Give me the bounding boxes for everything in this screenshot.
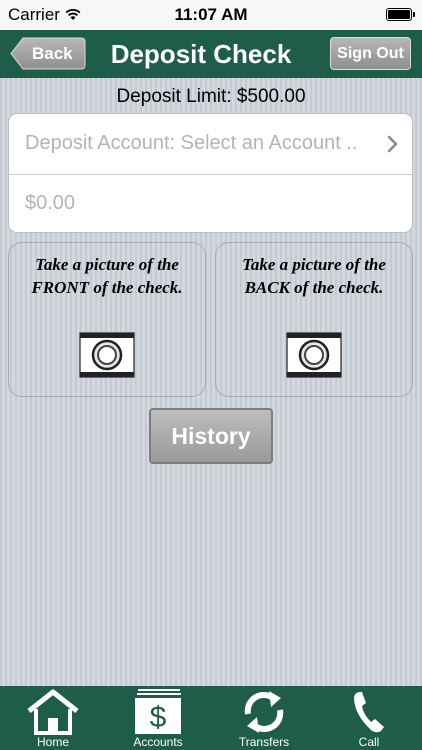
tab-call[interactable]: Call [326,686,412,750]
tab-accounts[interactable]: $ Accounts [115,686,201,750]
battery-icon [386,8,415,21]
deposit-account-placeholder: Deposit Account: Select an Account .. [25,132,358,154]
svg-text:$: $ [150,701,167,734]
phone-icon [354,692,384,733]
back-photo-instructions: Take a picture of the BACK of the check. [242,255,386,297]
status-bar: Carrier 11:07 AM [0,0,422,30]
deposit-form: Deposit Account: Select an Account .. $0… [8,113,413,233]
tab-home-label: Home [36,735,69,749]
tab-transfers[interactable]: Transfers [221,686,307,750]
tab-bar: Home $ Accounts Transfers Call [0,686,422,750]
camera-icon [286,332,342,378]
amount-field[interactable]: $0.00 [9,174,412,234]
nav-bar: Back Deposit Check Sign Out [0,30,422,78]
camera-icon [79,332,135,378]
refresh-icon [244,691,284,733]
back-photo-button[interactable]: Take a picture of the BACK of the check. [215,242,413,397]
dollar-icon: $ [135,689,181,734]
back-button-label: Back [32,44,73,63]
tab-accounts-label: Accounts [133,735,183,749]
front-photo-instructions: Take a picture of the FRONT of the check… [31,255,183,297]
deposit-account-selector[interactable]: Deposit Account: Select an Account .. [9,114,412,175]
history-button[interactable]: History [149,408,273,464]
page-title: Deposit Check [110,39,292,69]
tab-call-label: Call [358,735,380,749]
chevron-right-icon [387,135,398,153]
status-time: 11:07 AM [174,5,248,24]
deposit-limit-label: Deposit Limit: $500.00 [116,86,306,107]
sign-out-button[interactable]: Sign Out [330,37,411,70]
back-button[interactable]: Back [10,37,86,70]
front-photo-button[interactable]: Take a picture of the FRONT of the check… [8,242,206,397]
home-icon [27,689,79,735]
tab-home[interactable]: Home [10,686,96,750]
amount-placeholder: $0.00 [25,192,76,214]
tab-transfers-label: Transfers [238,735,290,749]
